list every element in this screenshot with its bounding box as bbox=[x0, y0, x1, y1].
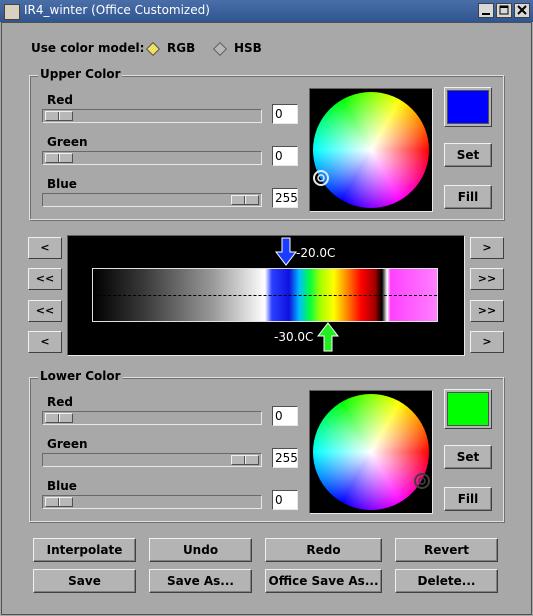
upper-nudge-left-button[interactable]: < bbox=[28, 237, 62, 259]
upper-color-wheel[interactable] bbox=[309, 88, 433, 212]
lower-color-swatch bbox=[444, 389, 492, 429]
upper-blue-label: Blue bbox=[47, 177, 77, 191]
lower-set-button[interactable]: Set bbox=[444, 445, 492, 469]
lower-marker-label: -30.0C bbox=[274, 330, 314, 344]
close-icon bbox=[517, 5, 527, 15]
upper-green-slider-thumb[interactable] bbox=[45, 153, 73, 163]
minimize-icon bbox=[482, 13, 490, 15]
upper-green-slider[interactable] bbox=[42, 151, 262, 165]
upper-hue-wheel[interactable] bbox=[313, 92, 429, 208]
lower-blue-slider[interactable] bbox=[42, 495, 262, 509]
undo-button[interactable]: Undo bbox=[149, 538, 252, 562]
lower-jump-right-button[interactable]: >> bbox=[470, 300, 504, 322]
redo-button[interactable]: Redo bbox=[265, 538, 382, 562]
upper-blue-slider-thumb[interactable] bbox=[231, 195, 259, 205]
up-arrow-icon[interactable] bbox=[317, 322, 339, 352]
upper-color-title: Upper Color bbox=[38, 67, 123, 81]
upper-fill-button[interactable]: Fill bbox=[444, 185, 492, 209]
window-title: IR4_winter (Office Customized) bbox=[24, 3, 210, 17]
revert-button[interactable]: Revert bbox=[395, 538, 498, 562]
upper-jump-right-button[interactable]: >> bbox=[470, 268, 504, 290]
delete-button[interactable]: Delete... bbox=[395, 569, 498, 593]
app-icon[interactable] bbox=[4, 4, 20, 20]
office-save-as-button[interactable]: Office Save As... bbox=[265, 569, 382, 593]
lower-color-wheel[interactable] bbox=[309, 390, 433, 514]
lower-green-field[interactable]: 255 bbox=[272, 448, 298, 468]
upper-red-slider-thumb[interactable] bbox=[45, 111, 73, 121]
upper-set-button[interactable]: Set bbox=[444, 143, 492, 167]
upper-green-label: Green bbox=[47, 135, 88, 149]
upper-blue-field[interactable]: 255 bbox=[272, 188, 298, 208]
close-button[interactable] bbox=[514, 3, 530, 18]
target-ring-icon[interactable] bbox=[413, 472, 431, 490]
save-button[interactable]: Save bbox=[33, 569, 136, 593]
target-ring-icon[interactable] bbox=[312, 169, 330, 187]
lower-swatch-fill bbox=[447, 392, 489, 426]
upper-marker-label: -20.0C bbox=[296, 246, 336, 260]
lower-blue-slider-thumb[interactable] bbox=[45, 497, 73, 507]
lower-red-label: Red bbox=[47, 395, 73, 409]
upper-red-label: Red bbox=[47, 93, 73, 107]
maximize-button[interactable] bbox=[496, 3, 512, 18]
upper-red-field[interactable]: 0 bbox=[272, 104, 298, 124]
lower-fill-button[interactable]: Fill bbox=[444, 487, 492, 511]
upper-jump-left-button[interactable]: << bbox=[28, 268, 62, 290]
hsb-radio-label[interactable]: HSB bbox=[234, 41, 262, 55]
rgb-radio-label[interactable]: RGB bbox=[167, 41, 195, 55]
lower-green-slider-thumb[interactable] bbox=[231, 455, 259, 465]
upper-red-slider[interactable] bbox=[42, 109, 262, 123]
upper-nudge-right-button[interactable]: > bbox=[470, 237, 504, 259]
title-bar[interactable]: IR4_winter (Office Customized) bbox=[0, 0, 533, 22]
lower-red-slider-thumb[interactable] bbox=[45, 413, 73, 423]
upper-blue-slider[interactable] bbox=[42, 193, 262, 207]
lower-red-field[interactable]: 0 bbox=[272, 406, 298, 426]
upper-swatch-fill bbox=[447, 90, 489, 124]
lower-hue-wheel[interactable] bbox=[313, 394, 429, 510]
color-ramp[interactable] bbox=[92, 268, 438, 322]
save-as-button[interactable]: Save As... bbox=[149, 569, 252, 593]
lower-blue-label: Blue bbox=[47, 479, 77, 493]
lower-nudge-left-button[interactable]: < bbox=[28, 331, 62, 353]
lower-green-label: Green bbox=[47, 437, 88, 451]
lower-blue-field[interactable]: 0 bbox=[272, 490, 298, 510]
lower-color-title: Lower Color bbox=[38, 369, 123, 383]
down-arrow-icon[interactable] bbox=[275, 237, 297, 267]
maximize-icon bbox=[499, 5, 509, 15]
lower-nudge-right-button[interactable]: > bbox=[470, 331, 504, 353]
color-model-label: Use color model: bbox=[31, 41, 145, 55]
minimize-button[interactable] bbox=[478, 3, 494, 18]
lower-red-slider[interactable] bbox=[42, 411, 262, 425]
lower-green-slider[interactable] bbox=[42, 453, 262, 467]
upper-green-field[interactable]: 0 bbox=[272, 146, 298, 166]
ramp-midline bbox=[93, 295, 437, 296]
color-scale-panel[interactable]: -20.0C -30.0C bbox=[67, 235, 465, 356]
lower-jump-left-button[interactable]: << bbox=[28, 300, 62, 322]
interpolate-button[interactable]: Interpolate bbox=[33, 538, 136, 562]
upper-color-swatch bbox=[444, 87, 492, 127]
